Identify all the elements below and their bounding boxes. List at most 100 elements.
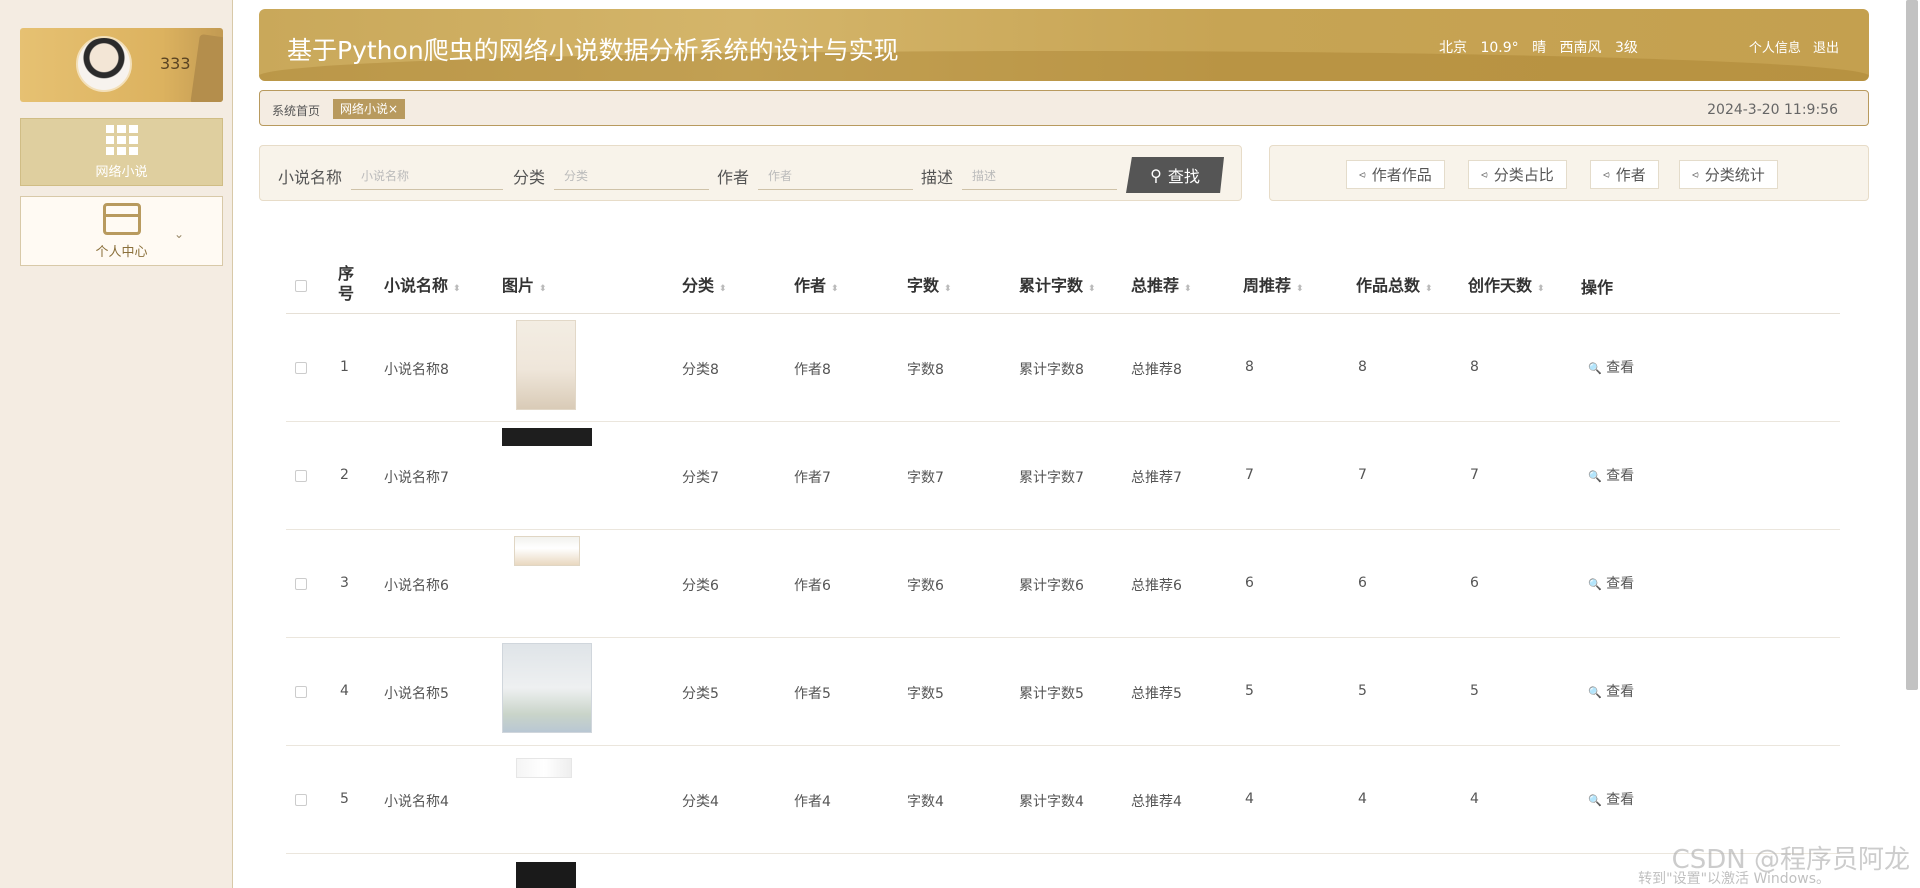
weather-level: 3级 (1614, 40, 1638, 56)
cell-words: 字数5 (907, 686, 944, 702)
description-input[interactable] (962, 162, 1118, 190)
sort-icon: ⬍ (453, 284, 461, 294)
sort-icon: ⬍ (719, 284, 727, 294)
field-label: 作者 (717, 168, 750, 187)
cell-week-rec: 6 (1245, 575, 1254, 591)
cell-name: 小说名称4 (384, 794, 449, 810)
header-index: 序号 (338, 264, 355, 303)
magnifier-icon: 🔍 (1588, 686, 1602, 699)
header-words[interactable]: 字数 ⬍ (907, 272, 952, 296)
category-stats-button[interactable]: ⪦ 分类统计 (1679, 160, 1778, 189)
author-button[interactable]: ⪦ 作者 (1590, 160, 1659, 189)
cell-author: 作者8 (794, 362, 831, 378)
view-button[interactable]: 🔍 查看 (1588, 357, 1634, 377)
header-days[interactable]: 创作天数 ⬍ (1468, 272, 1545, 296)
row-checkbox[interactable] (295, 578, 307, 590)
view-button[interactable]: 🔍 查看 (1588, 789, 1634, 809)
sidebar-item-novels[interactable]: 网络小说 (20, 118, 223, 186)
cell-words: 字数4 (907, 794, 944, 810)
view-button[interactable]: 🔍 查看 (1588, 573, 1634, 593)
cell-total-words: 累计字数5 (1019, 686, 1084, 702)
search-button[interactable]: ⚲ 查找 (1126, 157, 1224, 193)
cell-words: 字数8 (907, 362, 944, 378)
sidebar-item-personal-center[interactable]: 个人中心 ⌄ (20, 196, 223, 266)
cell-total-rec: 总推荐4 (1131, 794, 1182, 810)
header-total-words[interactable]: 累计字数 ⬍ (1019, 272, 1096, 296)
cell-total-words: 累计字数4 (1019, 794, 1084, 810)
view-button[interactable]: 🔍 查看 (1588, 465, 1634, 485)
scrollbar[interactable] (1906, 0, 1918, 690)
cell-works: 6 (1358, 575, 1367, 591)
cell-total-rec: 总推荐7 (1131, 470, 1182, 486)
cell-week-rec: 4 (1245, 791, 1254, 807)
header-name[interactable]: 小说名称 ⬍ (384, 272, 461, 296)
weather-info: 北京 10.9° 晴 西南风 3级 (1439, 37, 1647, 57)
book-cover-image[interactable] (516, 758, 572, 778)
cell-index: 3 (340, 575, 349, 591)
chevron-down-icon[interactable]: ⌄ (174, 227, 184, 241)
tab-novels[interactable]: 网络小说× (333, 99, 406, 119)
view-button[interactable]: 🔍 查看 (1588, 681, 1634, 701)
cell-works: 4 (1358, 791, 1367, 807)
book-cover-image[interactable] (514, 536, 580, 566)
sort-icon: ⬍ (1296, 284, 1304, 294)
cell-works: 7 (1358, 467, 1367, 483)
cell-days: 8 (1470, 359, 1479, 375)
category-input[interactable] (554, 162, 710, 190)
cell-author: 作者4 (794, 794, 831, 810)
user-card: 333 (20, 28, 223, 102)
field-label: 描述 (921, 168, 954, 187)
header-author[interactable]: 作者 ⬍ (794, 272, 839, 296)
profile-link[interactable]: 个人信息 (1749, 41, 1801, 56)
sort-icon: ⬍ (1537, 284, 1545, 294)
cell-index: 5 (340, 791, 349, 807)
cell-total-rec: 总推荐5 (1131, 686, 1182, 702)
cell-name: 小说名称8 (384, 362, 449, 378)
header-image[interactable]: 图片 ⬍ (502, 272, 547, 296)
book-cover-image[interactable] (516, 320, 576, 410)
search-field-author: 作者 (717, 162, 914, 190)
cell-week-rec: 7 (1245, 467, 1254, 483)
header-category[interactable]: 分类 ⬍ (682, 272, 727, 296)
sort-icon: ⬍ (831, 284, 839, 294)
breadcrumb-home[interactable]: 系统首页 (272, 102, 320, 119)
table-header: 序号 小说名称 ⬍ 图片 ⬍ 分类 ⬍ 作者 ⬍ 字数 ⬍ 累计字数 ⬍ 总推荐 ⬍ 周推荐 ⬍… (286, 250, 1840, 314)
category-ratio-button[interactable]: ⪦ 分类占比 (1468, 160, 1567, 189)
magnifier-icon: 🔍 (1588, 470, 1602, 483)
weather-wind: 西南风 (1559, 40, 1602, 56)
row-checkbox[interactable] (295, 686, 307, 698)
cell-total-words: 累计字数6 (1019, 578, 1084, 594)
share-icon: ⪦ (1481, 167, 1488, 181)
table-row: 1 小说名称8 分类8 作者8 字数8 累计字数8 总推荐8 8 8 8 🔍 查… (286, 314, 1840, 422)
table-row: 5 小说名称4 分类4 作者4 字数4 累计字数4 总推荐4 4 4 4 🔍 查… (286, 746, 1840, 854)
search-button-label: 查找 (1167, 167, 1200, 186)
author-works-button[interactable]: ⪦ 作者作品 (1346, 160, 1445, 189)
row-checkbox[interactable] (295, 470, 307, 482)
header-works[interactable]: 作品总数 ⬍ (1356, 272, 1433, 296)
sort-icon: ⬍ (1425, 284, 1433, 294)
novel-name-input[interactable] (351, 162, 504, 190)
book-cover-image[interactable] (516, 862, 576, 888)
sidebar-item-label: 个人中心 (95, 244, 148, 260)
book-cover-image[interactable] (502, 428, 592, 446)
sidebar-item-label: 网络小说 (95, 164, 148, 180)
cell-total-rec: 总推荐8 (1131, 362, 1182, 378)
header-total-rec[interactable]: 总推荐 ⬍ (1131, 272, 1192, 296)
cell-total-words: 累计字数8 (1019, 362, 1084, 378)
row-checkbox[interactable] (295, 362, 307, 374)
logout-link[interactable]: 退出 (1813, 41, 1839, 56)
cell-author: 作者6 (794, 578, 831, 594)
author-input[interactable] (758, 162, 914, 190)
book-cover-image[interactable] (502, 643, 592, 733)
page-title: 基于Python爬虫的网络小说数据分析系统的设计与实现 (287, 36, 899, 65)
avatar[interactable] (76, 36, 132, 92)
row-checkbox[interactable] (295, 794, 307, 806)
header-week-rec[interactable]: 周推荐 ⬍ (1243, 272, 1304, 296)
search-field-name: 小说名称 (278, 162, 504, 190)
cell-words: 字数6 (907, 578, 944, 594)
cell-week-rec: 8 (1245, 359, 1254, 375)
button-label: 作者 (1615, 166, 1646, 184)
select-all-checkbox[interactable] (295, 280, 307, 292)
user-links: 个人信息 退出 (1741, 37, 1839, 56)
cell-index: 4 (340, 683, 349, 699)
